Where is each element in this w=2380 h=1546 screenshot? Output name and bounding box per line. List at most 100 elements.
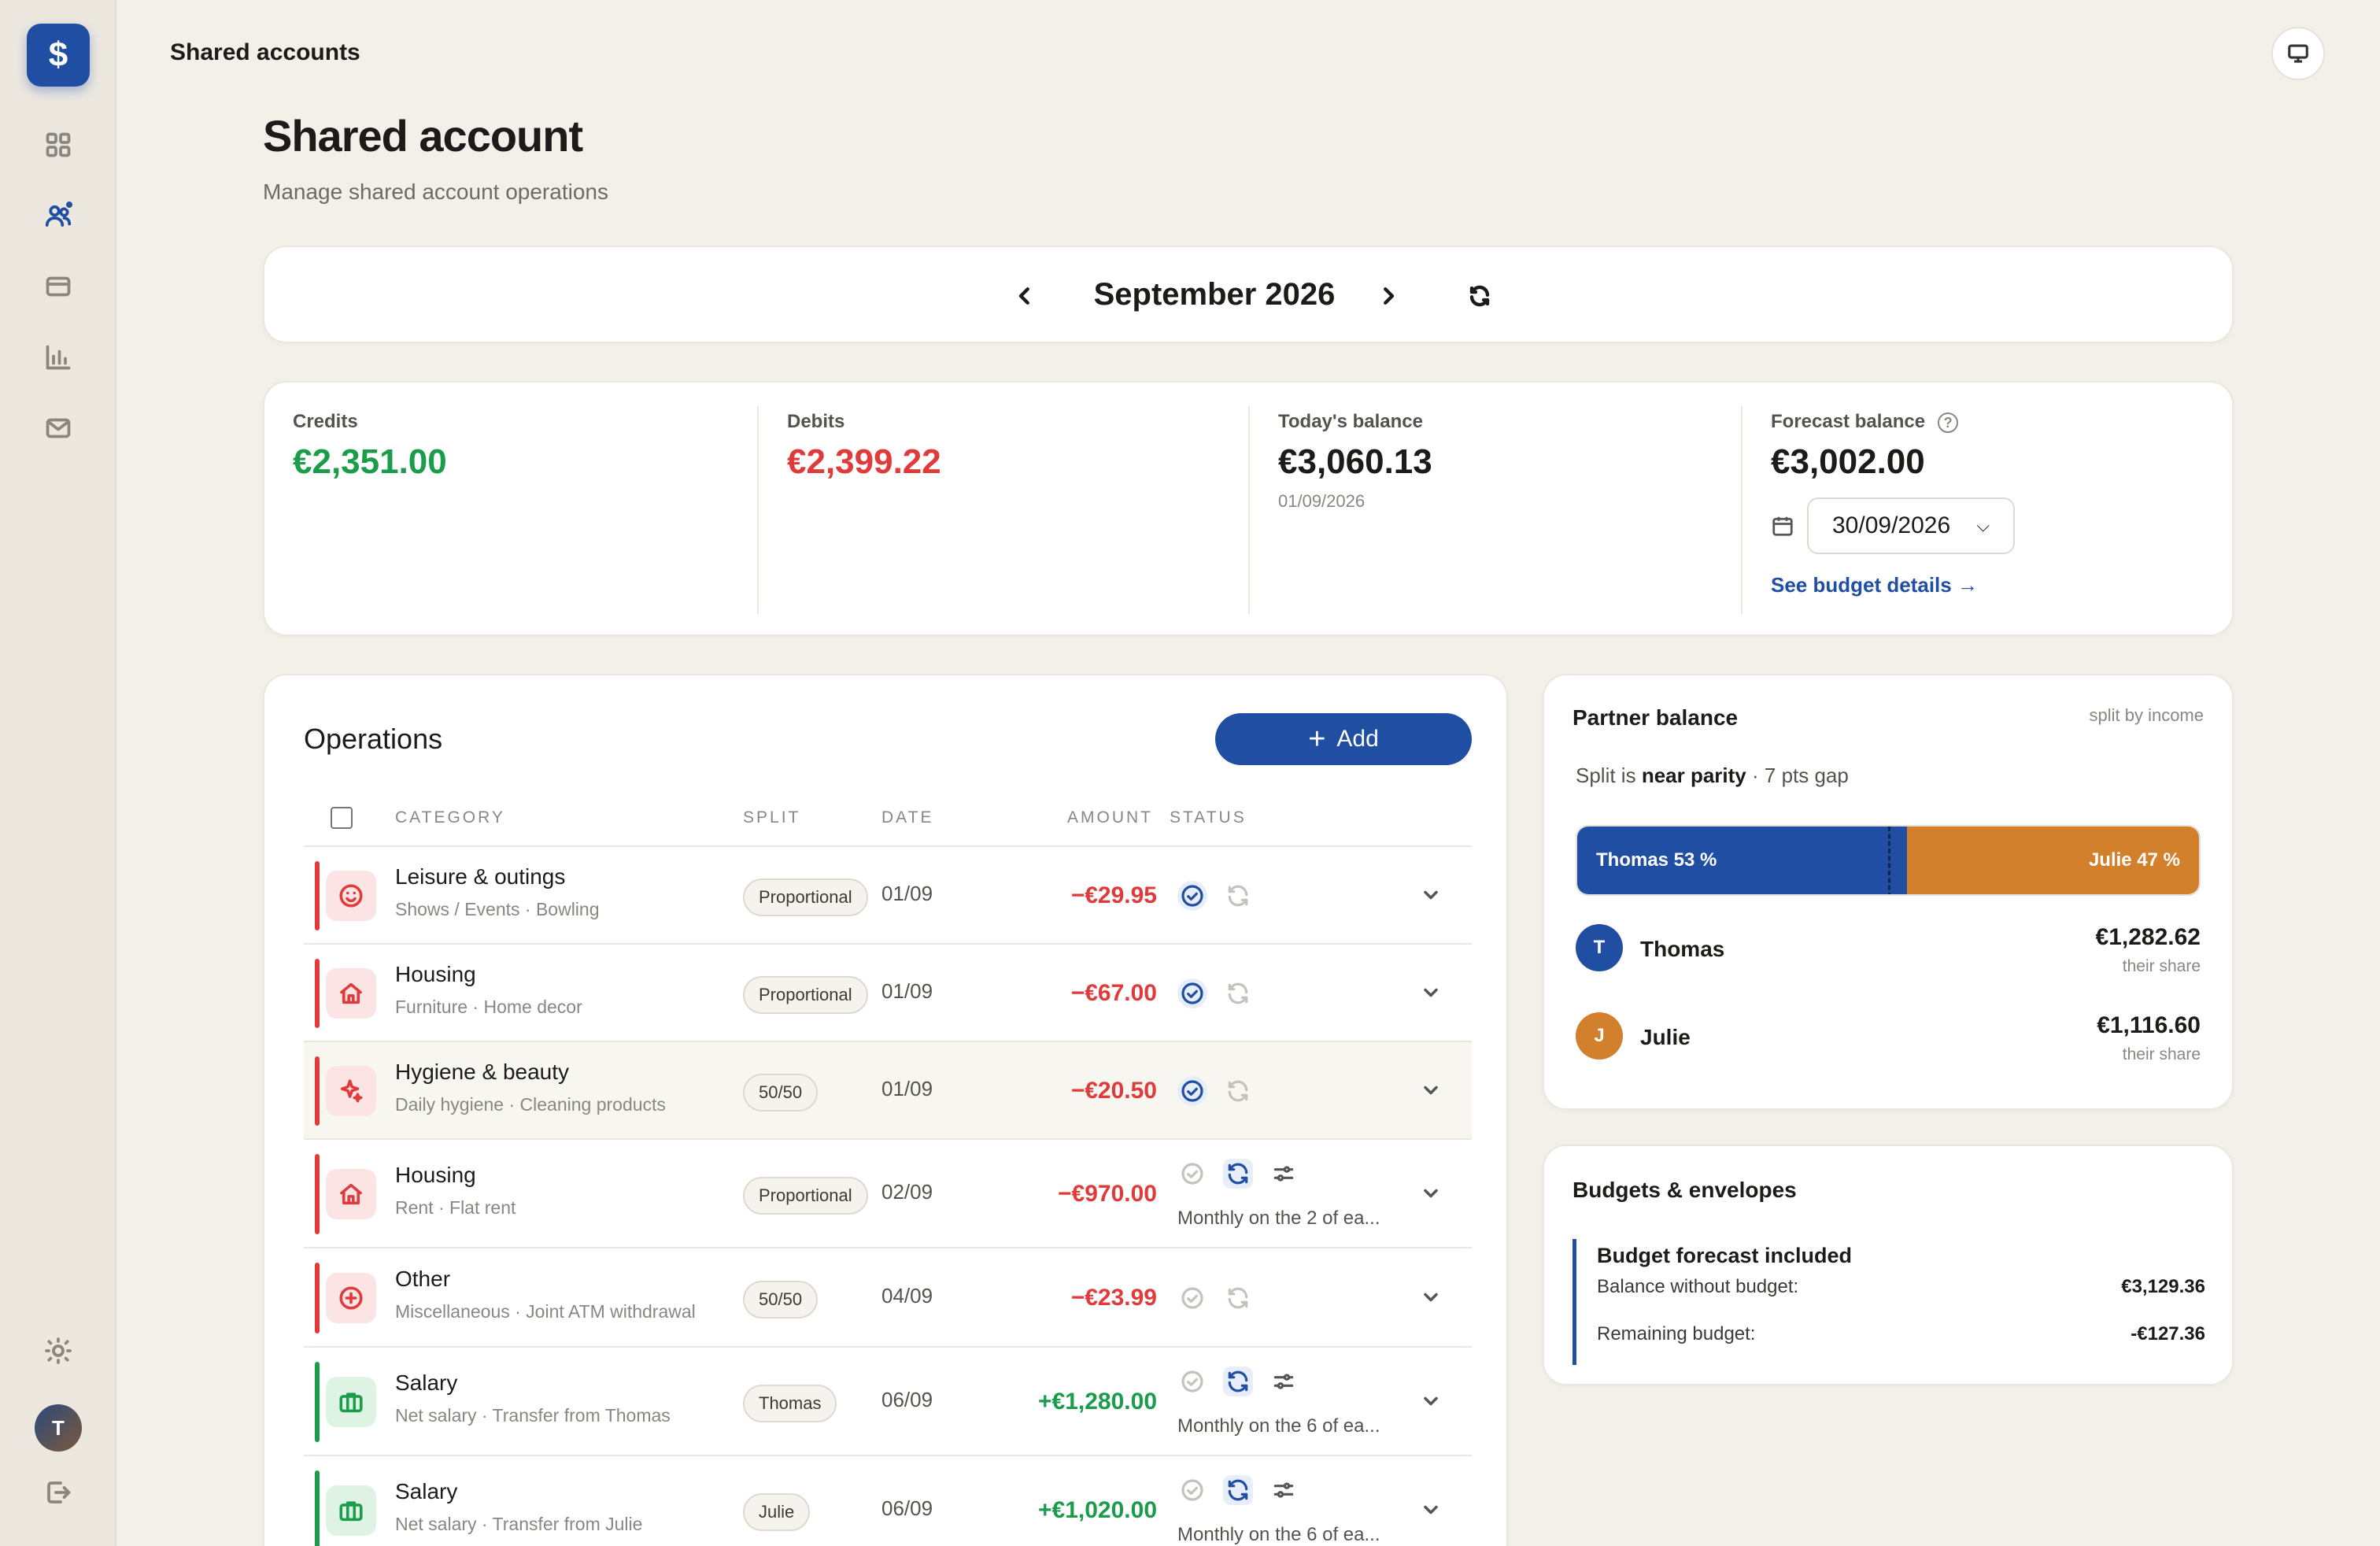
operation-date: 01/09 (881, 882, 933, 905)
unvalidated-check-icon[interactable] (1177, 1159, 1207, 1189)
table-row[interactable]: Leisure & outings Shows / Events · Bowli… (304, 847, 1472, 945)
operation-amount: −€20.50 (1070, 1078, 1157, 1104)
sidebar-item-accounts[interactable] (42, 271, 74, 302)
category-icon (326, 1169, 376, 1219)
status-icons (1177, 1159, 1299, 1189)
add-operation-button[interactable]: + Add (1215, 713, 1472, 765)
debits-stat: Debits €2,399.22 (757, 406, 1248, 614)
today-balance-value: €3,060.13 (1278, 442, 1432, 481)
category-subtitle: Rent · Flat rent (395, 1197, 516, 1218)
adjust-icon[interactable] (1269, 1159, 1299, 1189)
parity-marker (1888, 827, 1890, 894)
recurring-icon[interactable] (1223, 1159, 1253, 1189)
row-type-indicator (315, 1263, 320, 1333)
category-name: Salary (395, 1479, 458, 1503)
user-avatar[interactable]: T (35, 1404, 82, 1452)
status-icons (1177, 1076, 1253, 1106)
operation-amount: +€1,280.00 (1038, 1389, 1157, 1415)
sidebar: $ T (0, 0, 116, 1546)
logout-button[interactable] (42, 1477, 74, 1508)
operation-date: 01/09 (881, 979, 933, 1003)
table-row[interactable]: Housing Furniture · Home decor Proportio… (304, 945, 1472, 1042)
grid-icon (46, 132, 71, 157)
sidebar-item-statistics[interactable] (42, 342, 74, 373)
plus-icon: + (1308, 723, 1326, 756)
recurring-icon[interactable] (1223, 1367, 1253, 1396)
validated-check-icon[interactable] (1177, 881, 1207, 911)
theme-toggle[interactable] (42, 1335, 74, 1367)
split-badge: Thomas (743, 1385, 837, 1422)
avatar: T (1576, 924, 1623, 971)
table-header: CATEGORY SPLIT DATE AMOUNT STATUS (304, 790, 1472, 847)
recurring-icon[interactable] (1223, 978, 1253, 1008)
unvalidated-check-icon[interactable] (1177, 1367, 1207, 1396)
operation-date: 06/09 (881, 1496, 933, 1520)
row-type-indicator (315, 1154, 320, 1234)
expand-row-button[interactable] (1420, 1079, 1443, 1103)
page-title: Shared account (263, 111, 583, 161)
partner-row-thomas: T Thomas €1,282.62 their share (1576, 921, 2201, 976)
sidebar-item-messages[interactable] (42, 412, 74, 444)
chevron-down-icon (1424, 988, 1438, 997)
split-mode-label: split by income (2089, 705, 2204, 725)
table-row[interactable]: Housing Rent · Flat rent Proportional 02… (304, 1140, 1472, 1248)
expand-row-button[interactable] (1420, 884, 1443, 908)
adjust-icon[interactable] (1269, 1475, 1299, 1505)
sun-icon (45, 1337, 72, 1364)
validated-check-icon[interactable] (1177, 1076, 1207, 1106)
table-row[interactable]: Salary Net salary · Transfer from Julie … (304, 1456, 1472, 1546)
display-mode-button[interactable] (2271, 27, 2325, 80)
refresh-button[interactable] (1462, 279, 1497, 313)
table-row[interactable]: Hygiene & beauty Daily hygiene · Cleanin… (304, 1042, 1472, 1140)
row-type-indicator (315, 1056, 320, 1126)
next-month-button[interactable] (1371, 279, 1406, 313)
sidebar-item-shared-accounts[interactable] (42, 200, 74, 231)
unvalidated-check-icon[interactable] (1177, 1283, 1207, 1313)
column-category[interactable]: CATEGORY (395, 808, 505, 827)
help-icon[interactable]: ? (1938, 412, 1959, 433)
unvalidated-check-icon[interactable] (1177, 1475, 1207, 1505)
wallet-icon (46, 276, 71, 297)
column-date[interactable]: DATE (881, 808, 933, 827)
app-header-title: Shared accounts (170, 39, 360, 65)
column-amount[interactable]: AMOUNT (1067, 808, 1153, 827)
table-row[interactable]: Salary Net salary · Transfer from Thomas… (304, 1348, 1472, 1456)
sidebar-item-dashboard[interactable] (42, 129, 74, 161)
status-icons (1177, 978, 1253, 1008)
app-logo[interactable]: $ (27, 24, 90, 87)
operation-amount: −€23.99 (1070, 1285, 1157, 1311)
operation-date: 02/09 (881, 1180, 933, 1204)
recurrence-text: Monthly on the 6 of ea... (1177, 1415, 1380, 1437)
column-status[interactable]: STATUS (1170, 808, 1247, 827)
home-icon (340, 982, 362, 1004)
split-share-thomas: Thomas 53 % (1577, 827, 1907, 894)
recurring-icon[interactable] (1223, 881, 1253, 911)
adjust-icon[interactable] (1269, 1367, 1299, 1396)
split-badge: 50/50 (743, 1074, 819, 1111)
expand-row-button[interactable] (1420, 982, 1443, 1005)
chevron-down-icon (1424, 1396, 1438, 1406)
chevron-down-icon (1424, 1293, 1438, 1302)
category-subtitle: Shows / Events · Bowling (395, 899, 600, 919)
recurring-icon[interactable] (1223, 1076, 1253, 1106)
recurring-icon[interactable] (1223, 1475, 1253, 1505)
balance-summary: Credits €2,351.00 Debits €2,399.22 Today… (263, 381, 2234, 636)
select-all-checkbox[interactable] (331, 807, 353, 829)
operation-amount: −€970.00 (1058, 1181, 1157, 1207)
forecast-date-select[interactable]: 30/09/2026 ⌵ (1807, 497, 2015, 554)
see-budget-details-link[interactable]: See budget details → (1771, 573, 2234, 597)
expand-row-button[interactable] (1420, 1182, 1443, 1206)
category-name: Housing (395, 1163, 476, 1187)
expand-row-button[interactable] (1420, 1390, 1443, 1414)
row-type-indicator (315, 1362, 320, 1442)
validated-check-icon[interactable] (1177, 978, 1207, 1008)
category-name: Other (395, 1267, 451, 1291)
category-name: Leisure & outings (395, 864, 566, 889)
recurring-icon[interactable] (1223, 1283, 1253, 1313)
category-icon (326, 1377, 376, 1427)
expand-row-button[interactable] (1420, 1286, 1443, 1310)
column-split[interactable]: SPLIT (743, 808, 800, 827)
row-type-indicator (315, 959, 320, 1028)
expand-row-button[interactable] (1420, 1499, 1443, 1522)
table-row[interactable]: Other Miscellaneous · Joint ATM withdraw… (304, 1248, 1472, 1348)
